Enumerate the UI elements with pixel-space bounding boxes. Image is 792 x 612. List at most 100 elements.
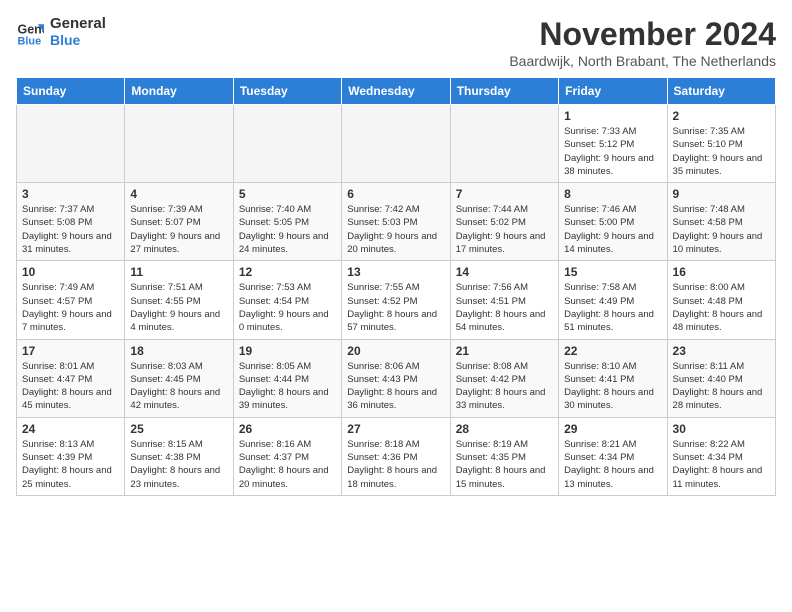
page-header: General Blue General Blue November 2024 … bbox=[16, 16, 776, 69]
day-info: Sunrise: 8:11 AM Sunset: 4:40 PM Dayligh… bbox=[673, 360, 770, 413]
col-header-friday: Friday bbox=[559, 78, 667, 105]
day-info: Sunrise: 7:37 AM Sunset: 5:08 PM Dayligh… bbox=[22, 203, 119, 256]
day-number: 3 bbox=[22, 187, 119, 201]
day-number: 4 bbox=[130, 187, 227, 201]
day-info: Sunrise: 7:55 AM Sunset: 4:52 PM Dayligh… bbox=[347, 281, 444, 334]
day-info: Sunrise: 7:49 AM Sunset: 4:57 PM Dayligh… bbox=[22, 281, 119, 334]
svg-text:Blue: Blue bbox=[18, 35, 42, 46]
day-info: Sunrise: 7:48 AM Sunset: 4:58 PM Dayligh… bbox=[673, 203, 770, 256]
day-cell: 11 Sunrise: 7:51 AM Sunset: 4:55 PM Dayli… bbox=[125, 261, 233, 339]
day-info: Sunrise: 7:33 AM Sunset: 5:12 PM Dayligh… bbox=[564, 125, 661, 178]
day-cell: 30 Sunrise: 8:22 AM Sunset: 4:34 PM Dayli… bbox=[667, 417, 775, 495]
day-cell: 13 Sunrise: 7:55 AM Sunset: 4:52 PM Dayli… bbox=[342, 261, 450, 339]
day-info: Sunrise: 8:21 AM Sunset: 4:34 PM Dayligh… bbox=[564, 438, 661, 491]
col-header-monday: Monday bbox=[125, 78, 233, 105]
day-cell bbox=[125, 105, 233, 183]
day-cell: 7 Sunrise: 7:44 AM Sunset: 5:02 PM Daylig… bbox=[450, 183, 558, 261]
day-number: 15 bbox=[564, 265, 661, 279]
day-cell: 28Sunrise: 8:19 AM Sunset: 4:35 PM Dayli… bbox=[450, 417, 558, 495]
day-number: 14 bbox=[456, 265, 553, 279]
logo-general: General bbox=[50, 16, 106, 33]
day-cell: 23 Sunrise: 8:11 AM Sunset: 4:40 PM Dayli… bbox=[667, 339, 775, 417]
location: Baardwijk, North Brabant, The Netherland… bbox=[509, 53, 776, 69]
week-row-3: 10 Sunrise: 7:49 AM Sunset: 4:57 PM Dayli… bbox=[17, 261, 776, 339]
day-cell: 25 Sunrise: 8:15 AM Sunset: 4:38 PM Dayli… bbox=[125, 417, 233, 495]
day-cell: 16 Sunrise: 8:00 AM Sunset: 4:48 PM Dayli… bbox=[667, 261, 775, 339]
day-info: Sunrise: 8:10 AM Sunset: 4:41 PM Dayligh… bbox=[564, 360, 661, 413]
day-info: Sunrise: 7:35 AM Sunset: 5:10 PM Dayligh… bbox=[673, 125, 770, 178]
day-info: Sunrise: 7:42 AM Sunset: 5:03 PM Dayligh… bbox=[347, 203, 444, 256]
week-row-1: 1 Sunrise: 7:33 AM Sunset: 5:12 PM Daylig… bbox=[17, 105, 776, 183]
day-cell: 24Sunrise: 8:13 AM Sunset: 4:39 PM Dayli… bbox=[17, 417, 125, 495]
day-number: 20 bbox=[347, 344, 444, 358]
day-number: 23 bbox=[673, 344, 770, 358]
day-info: Sunrise: 8:18 AM Sunset: 4:36 PM Dayligh… bbox=[347, 438, 444, 491]
day-cell: 14 Sunrise: 7:56 AM Sunset: 4:51 PM Dayli… bbox=[450, 261, 558, 339]
logo-blue: Blue bbox=[50, 33, 106, 48]
day-number: 12 bbox=[239, 265, 336, 279]
day-cell bbox=[450, 105, 558, 183]
day-cell: 20 Sunrise: 8:06 AM Sunset: 4:43 PM Dayli… bbox=[342, 339, 450, 417]
day-info: Sunrise: 7:58 AM Sunset: 4:49 PM Dayligh… bbox=[564, 281, 661, 334]
day-info: Sunrise: 8:00 AM Sunset: 4:48 PM Dayligh… bbox=[673, 281, 770, 334]
day-info: Sunrise: 8:22 AM Sunset: 4:34 PM Dayligh… bbox=[673, 438, 770, 491]
day-info: Sunrise: 8:15 AM Sunset: 4:38 PM Dayligh… bbox=[130, 438, 227, 491]
day-number: 27 bbox=[347, 422, 444, 436]
day-number: 25 bbox=[130, 422, 227, 436]
day-cell bbox=[17, 105, 125, 183]
day-cell: 3 Sunrise: 7:37 AM Sunset: 5:08 PM Daylig… bbox=[17, 183, 125, 261]
day-number: 16 bbox=[673, 265, 770, 279]
day-info: Sunrise: 7:51 AM Sunset: 4:55 PM Dayligh… bbox=[130, 281, 227, 334]
day-cell: 27 Sunrise: 8:18 AM Sunset: 4:36 PM Dayli… bbox=[342, 417, 450, 495]
calendar-header-row: SundayMondayTuesdayWednesdayThursdayFrid… bbox=[17, 78, 776, 105]
day-cell bbox=[233, 105, 341, 183]
day-number: 10 bbox=[22, 265, 119, 279]
day-number: 24 bbox=[22, 422, 119, 436]
day-cell: 12 Sunrise: 7:53 AM Sunset: 4:54 PM Dayli… bbox=[233, 261, 341, 339]
col-header-saturday: Saturday bbox=[667, 78, 775, 105]
day-number: 29 bbox=[564, 422, 661, 436]
week-row-2: 3 Sunrise: 7:37 AM Sunset: 5:08 PM Daylig… bbox=[17, 183, 776, 261]
day-number: 19 bbox=[239, 344, 336, 358]
day-info: Sunrise: 7:39 AM Sunset: 5:07 PM Dayligh… bbox=[130, 203, 227, 256]
day-cell: 18Sunrise: 8:03 AM Sunset: 4:45 PM Dayli… bbox=[125, 339, 233, 417]
day-number: 8 bbox=[564, 187, 661, 201]
logo: General Blue General Blue bbox=[16, 16, 106, 48]
day-cell: 22 Sunrise: 8:10 AM Sunset: 4:41 PM Dayli… bbox=[559, 339, 667, 417]
day-cell: 5Sunrise: 7:40 AM Sunset: 5:05 PM Daylig… bbox=[233, 183, 341, 261]
calendar-table: SundayMondayTuesdayWednesdayThursdayFrid… bbox=[16, 77, 776, 496]
day-info: Sunrise: 7:53 AM Sunset: 4:54 PM Dayligh… bbox=[239, 281, 336, 334]
month-title: November 2024 bbox=[509, 16, 776, 53]
day-info: Sunrise: 7:56 AM Sunset: 4:51 PM Dayligh… bbox=[456, 281, 553, 334]
col-header-thursday: Thursday bbox=[450, 78, 558, 105]
day-info: Sunrise: 8:05 AM Sunset: 4:44 PM Dayligh… bbox=[239, 360, 336, 413]
day-number: 28 bbox=[456, 422, 553, 436]
day-info: Sunrise: 8:03 AM Sunset: 4:45 PM Dayligh… bbox=[130, 360, 227, 413]
day-number: 21 bbox=[456, 344, 553, 358]
day-cell: 10 Sunrise: 7:49 AM Sunset: 4:57 PM Dayli… bbox=[17, 261, 125, 339]
day-number: 9 bbox=[673, 187, 770, 201]
day-cell: 4 Sunrise: 7:39 AM Sunset: 5:07 PM Daylig… bbox=[125, 183, 233, 261]
day-number: 30 bbox=[673, 422, 770, 436]
day-cell: 15 Sunrise: 7:58 AM Sunset: 4:49 PM Dayli… bbox=[559, 261, 667, 339]
logo-icon: General Blue bbox=[16, 18, 44, 46]
col-header-wednesday: Wednesday bbox=[342, 78, 450, 105]
week-row-4: 17 Sunrise: 8:01 AM Sunset: 4:47 PM Dayli… bbox=[17, 339, 776, 417]
day-number: 22 bbox=[564, 344, 661, 358]
day-number: 1 bbox=[564, 109, 661, 123]
day-info: Sunrise: 8:06 AM Sunset: 4:43 PM Dayligh… bbox=[347, 360, 444, 413]
day-number: 17 bbox=[22, 344, 119, 358]
day-info: Sunrise: 8:16 AM Sunset: 4:37 PM Dayligh… bbox=[239, 438, 336, 491]
day-number: 6 bbox=[347, 187, 444, 201]
day-cell bbox=[342, 105, 450, 183]
day-number: 7 bbox=[456, 187, 553, 201]
day-cell: 2Sunrise: 7:35 AM Sunset: 5:10 PM Daylig… bbox=[667, 105, 775, 183]
day-cell: 19 Sunrise: 8:05 AM Sunset: 4:44 PM Dayli… bbox=[233, 339, 341, 417]
day-number: 11 bbox=[130, 265, 227, 279]
day-number: 13 bbox=[347, 265, 444, 279]
title-block: November 2024 Baardwijk, North Brabant, … bbox=[509, 16, 776, 69]
day-number: 26 bbox=[239, 422, 336, 436]
day-info: Sunrise: 7:44 AM Sunset: 5:02 PM Dayligh… bbox=[456, 203, 553, 256]
day-info: Sunrise: 8:01 AM Sunset: 4:47 PM Dayligh… bbox=[22, 360, 119, 413]
day-info: Sunrise: 7:40 AM Sunset: 5:05 PM Dayligh… bbox=[239, 203, 336, 256]
